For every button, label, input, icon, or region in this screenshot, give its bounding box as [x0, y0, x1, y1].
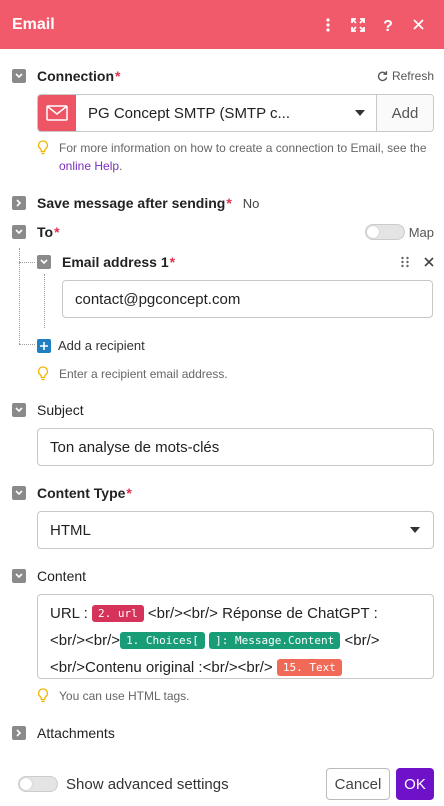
content-hint: You can use HTML tags.: [37, 687, 190, 705]
save-message-row: Save message after sending* No: [12, 195, 259, 211]
email-address-item-header: Email address 1*: [37, 254, 434, 270]
svg-text:?: ?: [383, 18, 393, 33]
content-row: Content: [12, 568, 86, 584]
collapse-toggle-icon[interactable]: [12, 486, 26, 500]
tree-line: [19, 344, 35, 345]
to-label: To*: [37, 224, 60, 240]
to-row: To* Map: [12, 224, 434, 240]
expand-toggle-icon[interactable]: [12, 726, 26, 740]
map-label: Map: [408, 224, 434, 240]
online-help-link[interactable]: online Help: [59, 159, 119, 173]
module-header: Email ?: [0, 0, 444, 49]
content-type-select[interactable]: HTML: [37, 511, 434, 549]
remove-item-icon[interactable]: [424, 257, 434, 267]
lightbulb-icon: [37, 688, 49, 703]
add-recipient-label: Add a recipient: [58, 338, 145, 353]
help-icon[interactable]: ?: [374, 11, 402, 39]
content-text: <br/><br/>: [50, 632, 121, 649]
attachments-label: Attachments: [37, 725, 115, 741]
email-address-label: Email address 1*: [62, 254, 176, 270]
content-type-value: HTML: [50, 521, 91, 539]
subject-label: Subject: [37, 402, 84, 418]
save-message-value[interactable]: No: [243, 196, 260, 211]
content-text: <br/>: [344, 632, 380, 649]
drag-handle-icon[interactable]: [400, 256, 410, 268]
tree-line: [44, 274, 45, 328]
refresh-icon: [377, 70, 388, 81]
content-text: <br/><br/> Réponse de ChatGPT :: [147, 605, 378, 622]
caret-down-icon: [355, 110, 365, 116]
map-toggle[interactable]: [364, 224, 405, 240]
connection-select[interactable]: PG Concept SMTP (SMTP c... Add: [37, 94, 434, 132]
lightbulb-icon: [37, 140, 49, 155]
module-title: Email: [12, 15, 55, 33]
attachments-row: Attachments: [12, 725, 115, 741]
caret-down-icon: [410, 527, 420, 533]
connection-dropdown[interactable]: PG Concept SMTP (SMTP c...: [76, 95, 377, 131]
variable-pill-url[interactable]: 2. url: [91, 605, 144, 622]
to-hint: Enter a recipient email address.: [37, 365, 228, 383]
close-icon[interactable]: [404, 11, 432, 39]
collapse-toggle-icon[interactable]: [12, 69, 26, 83]
collapse-toggle-icon[interactable]: [37, 255, 51, 269]
ok-button[interactable]: OK: [396, 768, 434, 800]
expand-icon[interactable]: [344, 11, 372, 39]
advanced-settings-label: Show advanced settings: [66, 775, 229, 793]
content-text: URL :: [50, 605, 88, 622]
collapse-toggle-icon[interactable]: [12, 569, 26, 583]
collapse-toggle-icon[interactable]: [12, 225, 26, 239]
email-address-input[interactable]: contact@pgconcept.com: [62, 280, 433, 318]
connection-label: Connection*: [37, 68, 121, 84]
content-type-label: Content Type*: [37, 485, 132, 501]
variable-pill-choices[interactable]: 1. Choices[: [120, 632, 205, 649]
content-type-row: Content Type*: [12, 485, 132, 501]
refresh-button[interactable]: Refresh: [377, 69, 434, 83]
add-recipient-button[interactable]: Add a recipient: [37, 338, 145, 353]
lightbulb-icon: [37, 366, 49, 381]
variable-pill-message-content[interactable]: ]: Message.Content: [209, 632, 341, 649]
collapse-toggle-icon[interactable]: [12, 403, 26, 417]
add-connection-button[interactable]: Add: [377, 95, 433, 131]
content-text: <br/>Contenu original :<br/><br/>: [50, 659, 273, 676]
tree-line: [19, 262, 35, 263]
connection-hint: For more information on how to create a …: [37, 139, 434, 175]
expand-toggle-icon[interactable]: [12, 196, 26, 210]
cancel-button[interactable]: Cancel: [326, 768, 390, 800]
content-editor[interactable]: URL : 2. url <br/><br/> Réponse de ChatG…: [37, 594, 434, 679]
save-message-label: Save message after sending*: [37, 195, 232, 211]
advanced-settings-toggle[interactable]: [18, 776, 58, 792]
subject-row: Subject: [12, 402, 84, 418]
connection-row: Connection* Refresh: [12, 68, 434, 84]
plus-icon: [37, 338, 51, 353]
footer: Show advanced settings Cancel OK: [0, 762, 444, 806]
more-options-icon[interactable]: [314, 11, 342, 39]
email-app-icon: [38, 95, 76, 131]
content-label: Content: [37, 568, 87, 584]
variable-pill-text[interactable]: 15. Text: [276, 659, 342, 676]
subject-input[interactable]: Ton analyse de mots-clés: [37, 428, 434, 466]
